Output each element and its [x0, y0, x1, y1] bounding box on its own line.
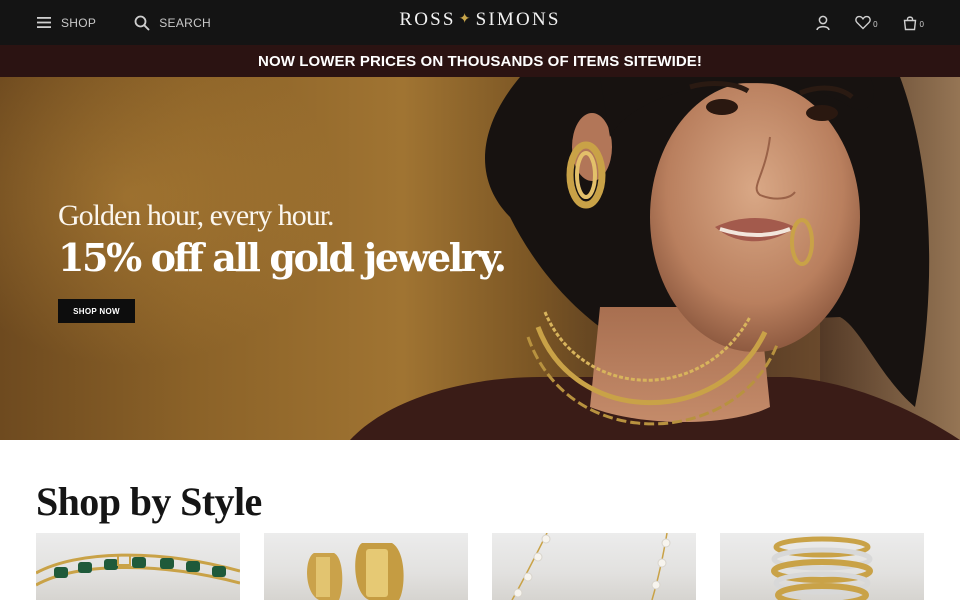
shop-menu-label: SHOP [61, 15, 97, 30]
nav-right-group: 0 0 [815, 0, 924, 45]
logo-text-left: ROSS [399, 9, 456, 30]
hero-title: 15% off all gold jewelry. [58, 235, 507, 280]
ring-image [771, 536, 873, 600]
search-icon [134, 15, 150, 31]
top-navigation: SHOP SEARCH ROSS ✦ SIMONS 0 0 [0, 0, 960, 45]
style-cards-row [36, 533, 924, 600]
promo-text: NOW LOWER PRICES ON THOUSANDS OF ITEMS S… [258, 52, 702, 70]
necklace-image [511, 533, 671, 600]
style-card-necklaces[interactable] [492, 533, 696, 600]
shopping-bag-icon [902, 15, 918, 31]
shop-menu-button[interactable]: SHOP [36, 15, 96, 31]
shop-by-style-heading: Shop by Style [36, 479, 262, 524]
shop-now-button[interactable]: SHOP NOW [58, 299, 135, 323]
style-card-earrings[interactable] [264, 533, 468, 600]
hero-banner[interactable]: Golden hour, every hour. 15% off all gol… [0, 77, 960, 440]
wishlist-count: 0 [873, 20, 878, 29]
heart-icon [855, 15, 871, 31]
cart-count: 0 [919, 20, 924, 29]
search-label: SEARCH [159, 15, 212, 30]
earrings-image [307, 543, 404, 600]
cart-button[interactable]: 0 [902, 15, 924, 31]
logo-text-right: SIMONS [475, 9, 561, 30]
user-icon [815, 15, 831, 31]
hamburger-menu-icon [36, 15, 52, 31]
wishlist-button[interactable]: 0 [855, 15, 878, 31]
account-button[interactable] [815, 15, 831, 31]
style-card-bracelets[interactable] [36, 533, 240, 600]
search-button[interactable]: SEARCH [134, 15, 211, 31]
nav-left-group: SHOP SEARCH [36, 0, 211, 45]
ross-simons-logo[interactable]: ROSS ✦ SIMONS [399, 9, 560, 31]
promo-banner[interactable]: NOW LOWER PRICES ON THOUSANDS OF ITEMS S… [0, 45, 960, 77]
hero-subtitle: Golden hour, every hour. [58, 199, 335, 232]
hero-text-block: Golden hour, every hour. 15% off all gol… [58, 199, 507, 280]
style-card-rings[interactable] [720, 533, 924, 600]
logo-star-icon: ✦ [458, 11, 473, 27]
bracelet-image [36, 553, 240, 587]
